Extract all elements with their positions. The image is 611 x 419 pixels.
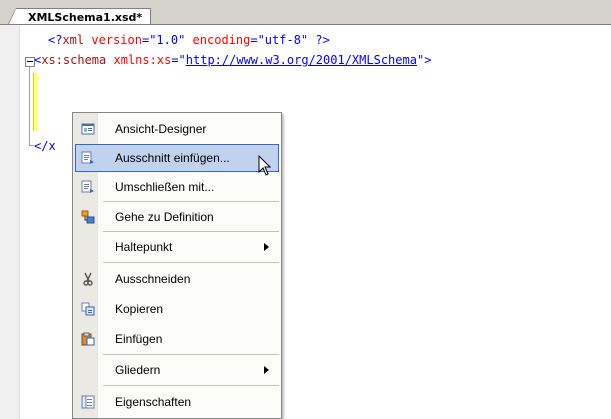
menu-separator	[103, 231, 279, 232]
insert-snippet-icon	[81, 151, 94, 164]
menu-separator	[103, 262, 279, 263]
document-tab-label: XMLSchema1.xsd*	[28, 11, 143, 24]
menu-item-label: Ansicht-Designer	[115, 122, 207, 136]
editor-margin	[0, 25, 20, 419]
change-tracking-bar	[33, 73, 38, 131]
menu-item-surround-with[interactable]: Umschließen mit...	[75, 173, 279, 201]
copy-icon	[81, 302, 95, 316]
menu-item-insert-snippet[interactable]: Ausschnitt einfügen...	[75, 144, 279, 172]
menu-item-label: Haltepunkt	[115, 240, 173, 254]
menu-item-view-designer[interactable]: Ansicht-Designer	[75, 115, 279, 143]
scissors-icon	[83, 272, 93, 286]
menu-item-properties[interactable]: Eigenschaften	[75, 388, 279, 416]
mouse-pointer-icon	[258, 155, 272, 176]
menu-item-label: Einfügen	[115, 332, 163, 346]
schema-url-link[interactable]: http://www.w3.org/2001/XMLSchema	[186, 53, 417, 67]
menu-separator	[103, 354, 279, 355]
menu-item-label: Ausschnitt einfügen...	[115, 151, 230, 165]
properties-icon	[81, 395, 95, 409]
menu-item-label: Umschließen mit...	[115, 180, 215, 194]
menu-item-label: Kopieren	[115, 302, 164, 316]
menu-item-paste[interactable]: Einfügen	[75, 325, 279, 353]
code-line-schema: <xs:schema xmlns:xs="http://www.w3.org/2…	[34, 53, 432, 67]
menu-item-breakpoint[interactable]: Haltepunkt	[75, 233, 279, 261]
code-line-xml-declaration: <?xml version="1.0" encoding="utf-8" ?>	[48, 33, 330, 47]
menu-item-go-to-definition[interactable]: Gehe zu Definition	[75, 203, 279, 231]
menu-item-cut[interactable]: Ausschneiden	[75, 265, 279, 293]
menu-separator	[103, 385, 279, 386]
submenu-arrow-icon	[264, 243, 269, 251]
menu-item-label: Ausschneiden	[115, 272, 191, 286]
menu-item-label: Gehe zu Definition	[115, 210, 214, 224]
menu-item-label: Eigenschaften	[115, 395, 192, 409]
code-line-closing-tag: </x	[34, 139, 56, 153]
document-tab-strip: XMLSchema1.xsd*	[0, 0, 611, 26]
outline-guide	[29, 67, 30, 145]
menu-item-copy[interactable]: Kopieren	[75, 295, 279, 323]
go-to-definition-icon	[81, 210, 95, 224]
menu-item-label: Gliedern	[115, 363, 161, 377]
view-designer-icon	[81, 123, 95, 135]
menu-separator	[103, 201, 279, 202]
surround-with-icon	[81, 180, 94, 193]
context-menu: Ansicht-Designer Ausschnitt einfügen... …	[72, 112, 282, 419]
submenu-arrow-icon	[264, 366, 269, 374]
menu-item-outlining[interactable]: Gliedern	[75, 356, 279, 384]
paste-icon	[81, 332, 95, 346]
